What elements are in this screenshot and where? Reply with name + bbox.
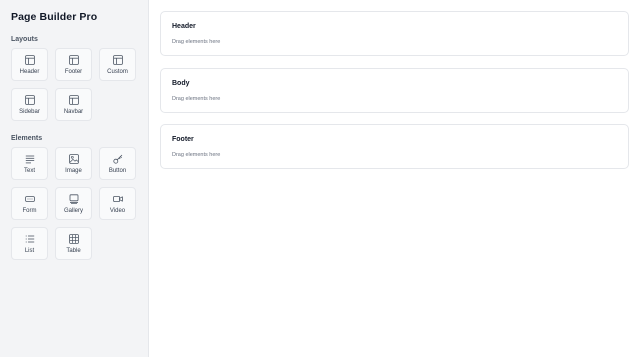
layout-icon	[24, 55, 35, 65]
drop-zone-title: Footer	[172, 136, 194, 143]
drop-zone-footer[interactable]: Footer Drag elements here	[160, 124, 629, 169]
layout-tile-footer[interactable]: Footer	[55, 48, 92, 81]
form-field-icon	[24, 194, 35, 204]
gallery-icon	[69, 194, 79, 204]
layout-tile-custom[interactable]: Custom	[99, 48, 136, 81]
layout-icon	[24, 95, 35, 105]
layouts-heading: Layouts	[11, 36, 38, 43]
table-icon	[68, 234, 79, 244]
tile-label: Form	[22, 208, 37, 214]
element-tile-image[interactable]: Image	[55, 147, 92, 180]
tile-label: Footer	[64, 69, 83, 75]
element-tile-table[interactable]: Table	[55, 227, 92, 260]
tile-label: Video	[109, 208, 126, 214]
drop-zone-hint: Drag elements here	[172, 96, 221, 102]
page-builder-app: Page Builder Pro Layouts Header Footer C…	[0, 0, 640, 357]
element-tile-video[interactable]: Video	[99, 187, 136, 220]
layout-tile-navbar[interactable]: Navbar	[55, 88, 92, 121]
layout-tile-sidebar[interactable]: Sidebar	[11, 88, 48, 121]
drop-zone-hint: Drag elements here	[172, 152, 221, 158]
canvas: Header Drag elements here Body Drag elem…	[149, 0, 640, 357]
drop-zone-hint: Drag elements here	[172, 39, 221, 45]
tile-label: List	[24, 248, 35, 254]
element-tile-list[interactable]: List	[11, 227, 48, 260]
tile-label: Navbar	[63, 109, 84, 115]
drop-zone-body[interactable]: Body Drag elements here	[160, 68, 629, 113]
sidebar: Page Builder Pro Layouts Header Footer C…	[0, 0, 149, 357]
element-tile-gallery[interactable]: Gallery	[55, 187, 92, 220]
layout-icon	[68, 55, 79, 65]
layout-icon	[112, 55, 123, 65]
tile-label: Gallery	[63, 208, 83, 214]
app-title: Page Builder Pro	[11, 11, 98, 23]
drop-zone-header[interactable]: Header Drag elements here	[160, 11, 629, 56]
element-tile-button[interactable]: Button	[99, 147, 136, 180]
drop-zone-title: Header	[172, 23, 196, 30]
tile-label: Custom	[107, 69, 128, 75]
layout-tile-header[interactable]: Header	[11, 48, 48, 81]
elements-heading: Elements	[11, 135, 43, 142]
text-lines-icon	[25, 154, 35, 164]
layout-icon	[68, 95, 79, 105]
image-icon	[68, 154, 79, 164]
tile-label: Text	[23, 168, 35, 174]
element-tile-text[interactable]: Text	[11, 147, 48, 180]
drop-zone-title: Body	[172, 80, 190, 87]
tile-label: Header	[19, 69, 40, 75]
key-icon	[112, 154, 123, 164]
tile-label: Table	[66, 248, 81, 254]
element-tile-form[interactable]: Form	[11, 187, 48, 220]
tile-label: Button	[108, 168, 127, 174]
list-icon	[25, 234, 35, 244]
tile-label: Sidebar	[19, 109, 40, 115]
tile-label: Image	[65, 168, 82, 174]
video-camera-icon	[112, 194, 123, 204]
